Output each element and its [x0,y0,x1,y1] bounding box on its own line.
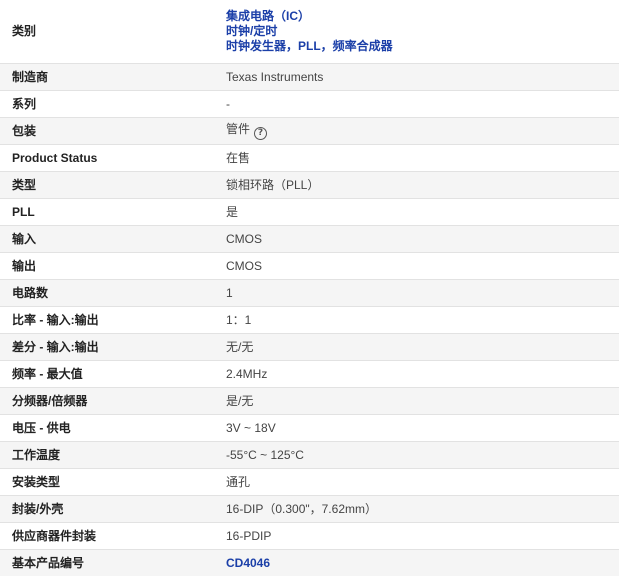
table-row-base-product-number: 基本产品编号 CD4046 [0,549,619,576]
attribute-value: 无/无 [214,333,619,361]
table-row-operating-temperature: 工作温度 -55°C ~ 125°C [0,441,619,469]
attribute-value: 是 [214,198,619,226]
attribute-value: 锁相环路（PLL） [214,171,619,199]
attribute-label: 系列 [0,90,214,118]
attribute-value: 16-DIP（0.300"，7.62mm） [214,495,619,523]
table-row-circuit-count: 电路数 1 [0,279,619,307]
attribute-label: 类别 [12,24,37,38]
attribute-label: 电路数 [0,279,214,307]
attribute-label: 频率 - 最大值 [0,360,214,388]
table-row-voltage-supply: 电压 - 供电 3V ~ 18V [0,414,619,442]
base-product-link[interactable]: CD4046 [226,556,270,570]
attribute-value-cell: CD4046 [214,549,619,576]
attribute-value: 通孔 [214,468,619,496]
attribute-label: 封装/外壳 [0,495,214,523]
attribute-label: 输出 [0,252,214,280]
attribute-label: 包装 [0,117,214,145]
attribute-value: 3V ~ 18V [214,414,619,442]
attribute-value: CMOS [214,252,619,280]
attribute-value: 1：1 [214,306,619,334]
attribute-value: Texas Instruments [214,63,619,91]
category-links: 集成电路（IC） 时钟/定时 时钟发生器，PLL，频率合成器 [214,0,619,64]
table-row-packaging: 包装 管件? [0,117,619,145]
attribute-value: CMOS [214,225,619,253]
attribute-value: -55°C ~ 125°C [214,441,619,469]
table-row-differential: 差分 - 输入:输出 无/无 [0,333,619,361]
attribute-label: 比率 - 输入:输出 [0,306,214,334]
table-row-mounting-type: 安装类型 通孔 [0,468,619,496]
table-row-package-case: 封装/外壳 16-DIP（0.300"，7.62mm） [0,495,619,523]
attribute-value: - [214,90,619,118]
category-link-ic[interactable]: 集成电路（IC） [226,9,619,24]
category-link-clock-timing[interactable]: 时钟/定时 [226,24,619,39]
product-attributes-table: 类别 集成电路（IC） 时钟/定时 时钟发生器，PLL，频率合成器 制造商 Te… [0,0,619,576]
attribute-label: 电压 - 供电 [0,414,214,442]
attribute-label: 分频器/倍频器 [0,387,214,415]
attribute-value: 是/无 [214,387,619,415]
attribute-value-cell: 管件? [214,117,619,145]
attribute-value: 16-PDIP [214,522,619,550]
table-row-divider-multiplier: 分频器/倍频器 是/无 [0,387,619,415]
table-row-frequency-max: 频率 - 最大值 2.4MHz [0,360,619,388]
table-row-ratio: 比率 - 输入:输出 1：1 [0,306,619,334]
table-row-type: 类型 锁相环路（PLL） [0,171,619,199]
table-row-category: 类别 集成电路（IC） 时钟/定时 时钟发生器，PLL，频率合成器 [0,0,619,64]
attribute-label: Product Status [0,144,214,172]
attribute-label: 类型 [0,171,214,199]
attribute-value: 在售 [214,144,619,172]
attribute-label: 安装类型 [0,468,214,496]
attribute-value: 2.4MHz [214,360,619,388]
attribute-value: 管件 [226,122,251,136]
table-row-product-status: Product Status 在售 [0,144,619,172]
table-row-pll: PLL 是 [0,198,619,226]
table-row-manufacturer: 制造商 Texas Instruments [0,63,619,91]
attribute-label: 输入 [0,225,214,253]
attribute-value: 1 [214,279,619,307]
table-row-series: 系列 - [0,90,619,118]
table-row-input: 输入 CMOS [0,225,619,253]
attribute-label: 制造商 [0,63,214,91]
attribute-label: PLL [0,198,214,226]
table-row-output: 输出 CMOS [0,252,619,280]
table-row-supplier-package: 供应商器件封装 16-PDIP [0,522,619,550]
attribute-label: 工作温度 [0,441,214,469]
attribute-label: 供应商器件封装 [0,522,214,550]
attribute-label: 基本产品编号 [0,549,214,576]
attribute-label: 差分 - 输入:输出 [0,333,214,361]
category-link-clock-generators[interactable]: 时钟发生器，PLL，频率合成器 [226,39,619,54]
help-icon[interactable]: ? [254,127,268,140]
